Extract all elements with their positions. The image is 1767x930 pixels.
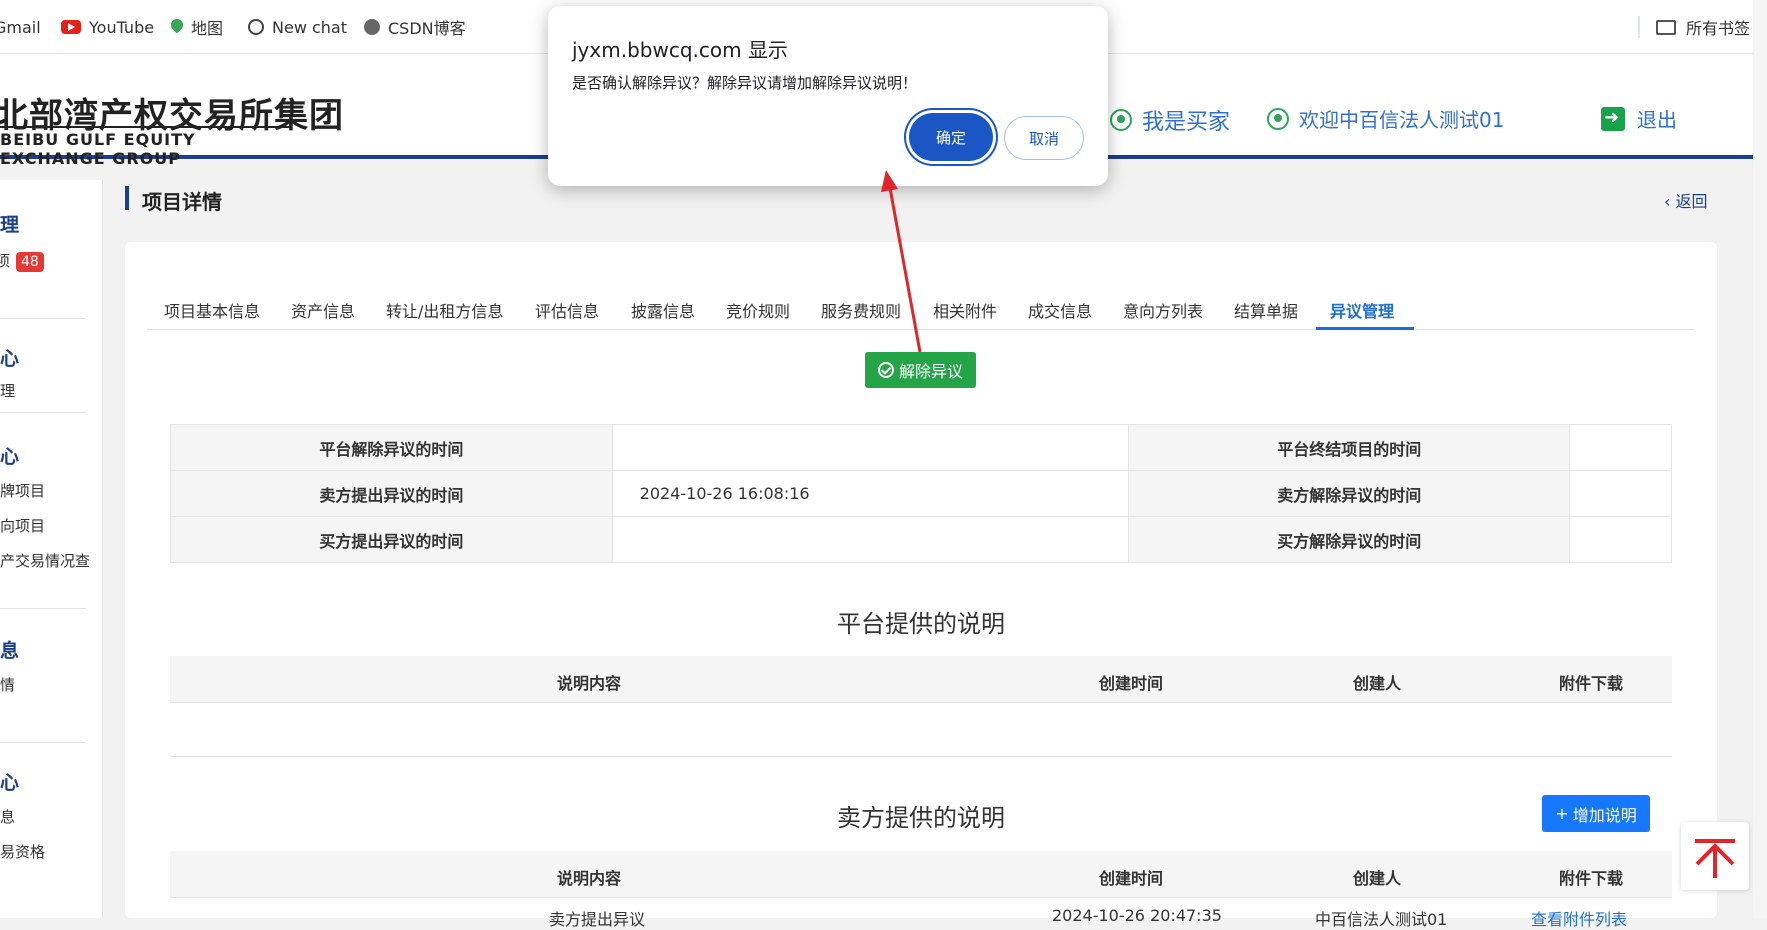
annotation-arrow [0,0,1767,918]
